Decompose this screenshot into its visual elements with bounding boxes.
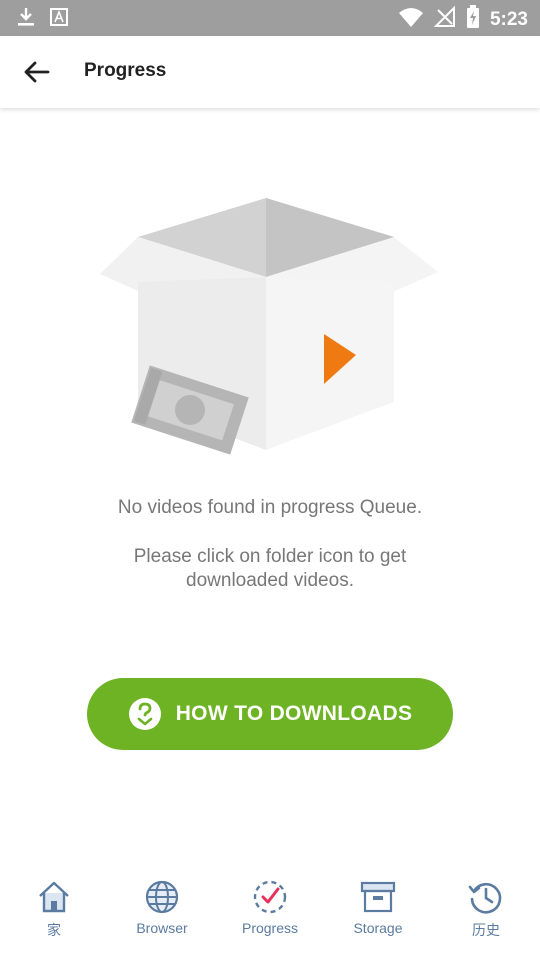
nav-item-history[interactable]: 历史 (432, 868, 540, 960)
archive-box-icon (360, 881, 396, 913)
empty-message-secondary: Please click on folder icon to get downl… (133, 546, 407, 591)
page-title: Progress (84, 60, 167, 81)
bottom-nav: 家 Browser Progress Storage 历史 (0, 868, 540, 960)
nav-item-home[interactable]: 家 (0, 868, 108, 960)
status-time: 5:23 (489, 8, 528, 30)
no-signal-icon (433, 5, 456, 33)
how-to-downloads-button[interactable]: HOW TO DOWNLOADS (87, 678, 453, 750)
nav-item-storage[interactable]: Storage (324, 868, 432, 960)
arrow-left-icon (24, 61, 50, 83)
empty-box-illustration (100, 198, 438, 455)
nav-item-browser[interactable]: Browser (108, 868, 216, 960)
nav-label-storage: Storage (353, 920, 403, 936)
nav-label-progress: Progress (241, 920, 299, 936)
battery-charging-icon (466, 5, 480, 34)
a-icon (50, 8, 68, 31)
how-to-downloads-label: HOW TO DOWNLOADS (175, 702, 413, 725)
nav-item-progress[interactable]: Progress (216, 868, 324, 960)
nav-label-browser: Browser (136, 920, 188, 936)
progress-check-icon (253, 880, 287, 914)
nav-label-history: 历史 (472, 922, 500, 938)
status-bar: 5:23 (0, 0, 540, 36)
wifi-icon (398, 6, 424, 33)
globe-icon (145, 880, 179, 914)
home-icon (39, 881, 69, 913)
history-icon (468, 882, 502, 914)
download-icon (16, 6, 36, 33)
question-download-icon (128, 698, 161, 730)
empty-message-primary: No videos found in progress Queue. (117, 497, 423, 518)
back-button[interactable] (14, 52, 58, 92)
nav-label-home: 家 (47, 922, 61, 938)
app-bar: Progress (0, 36, 540, 108)
